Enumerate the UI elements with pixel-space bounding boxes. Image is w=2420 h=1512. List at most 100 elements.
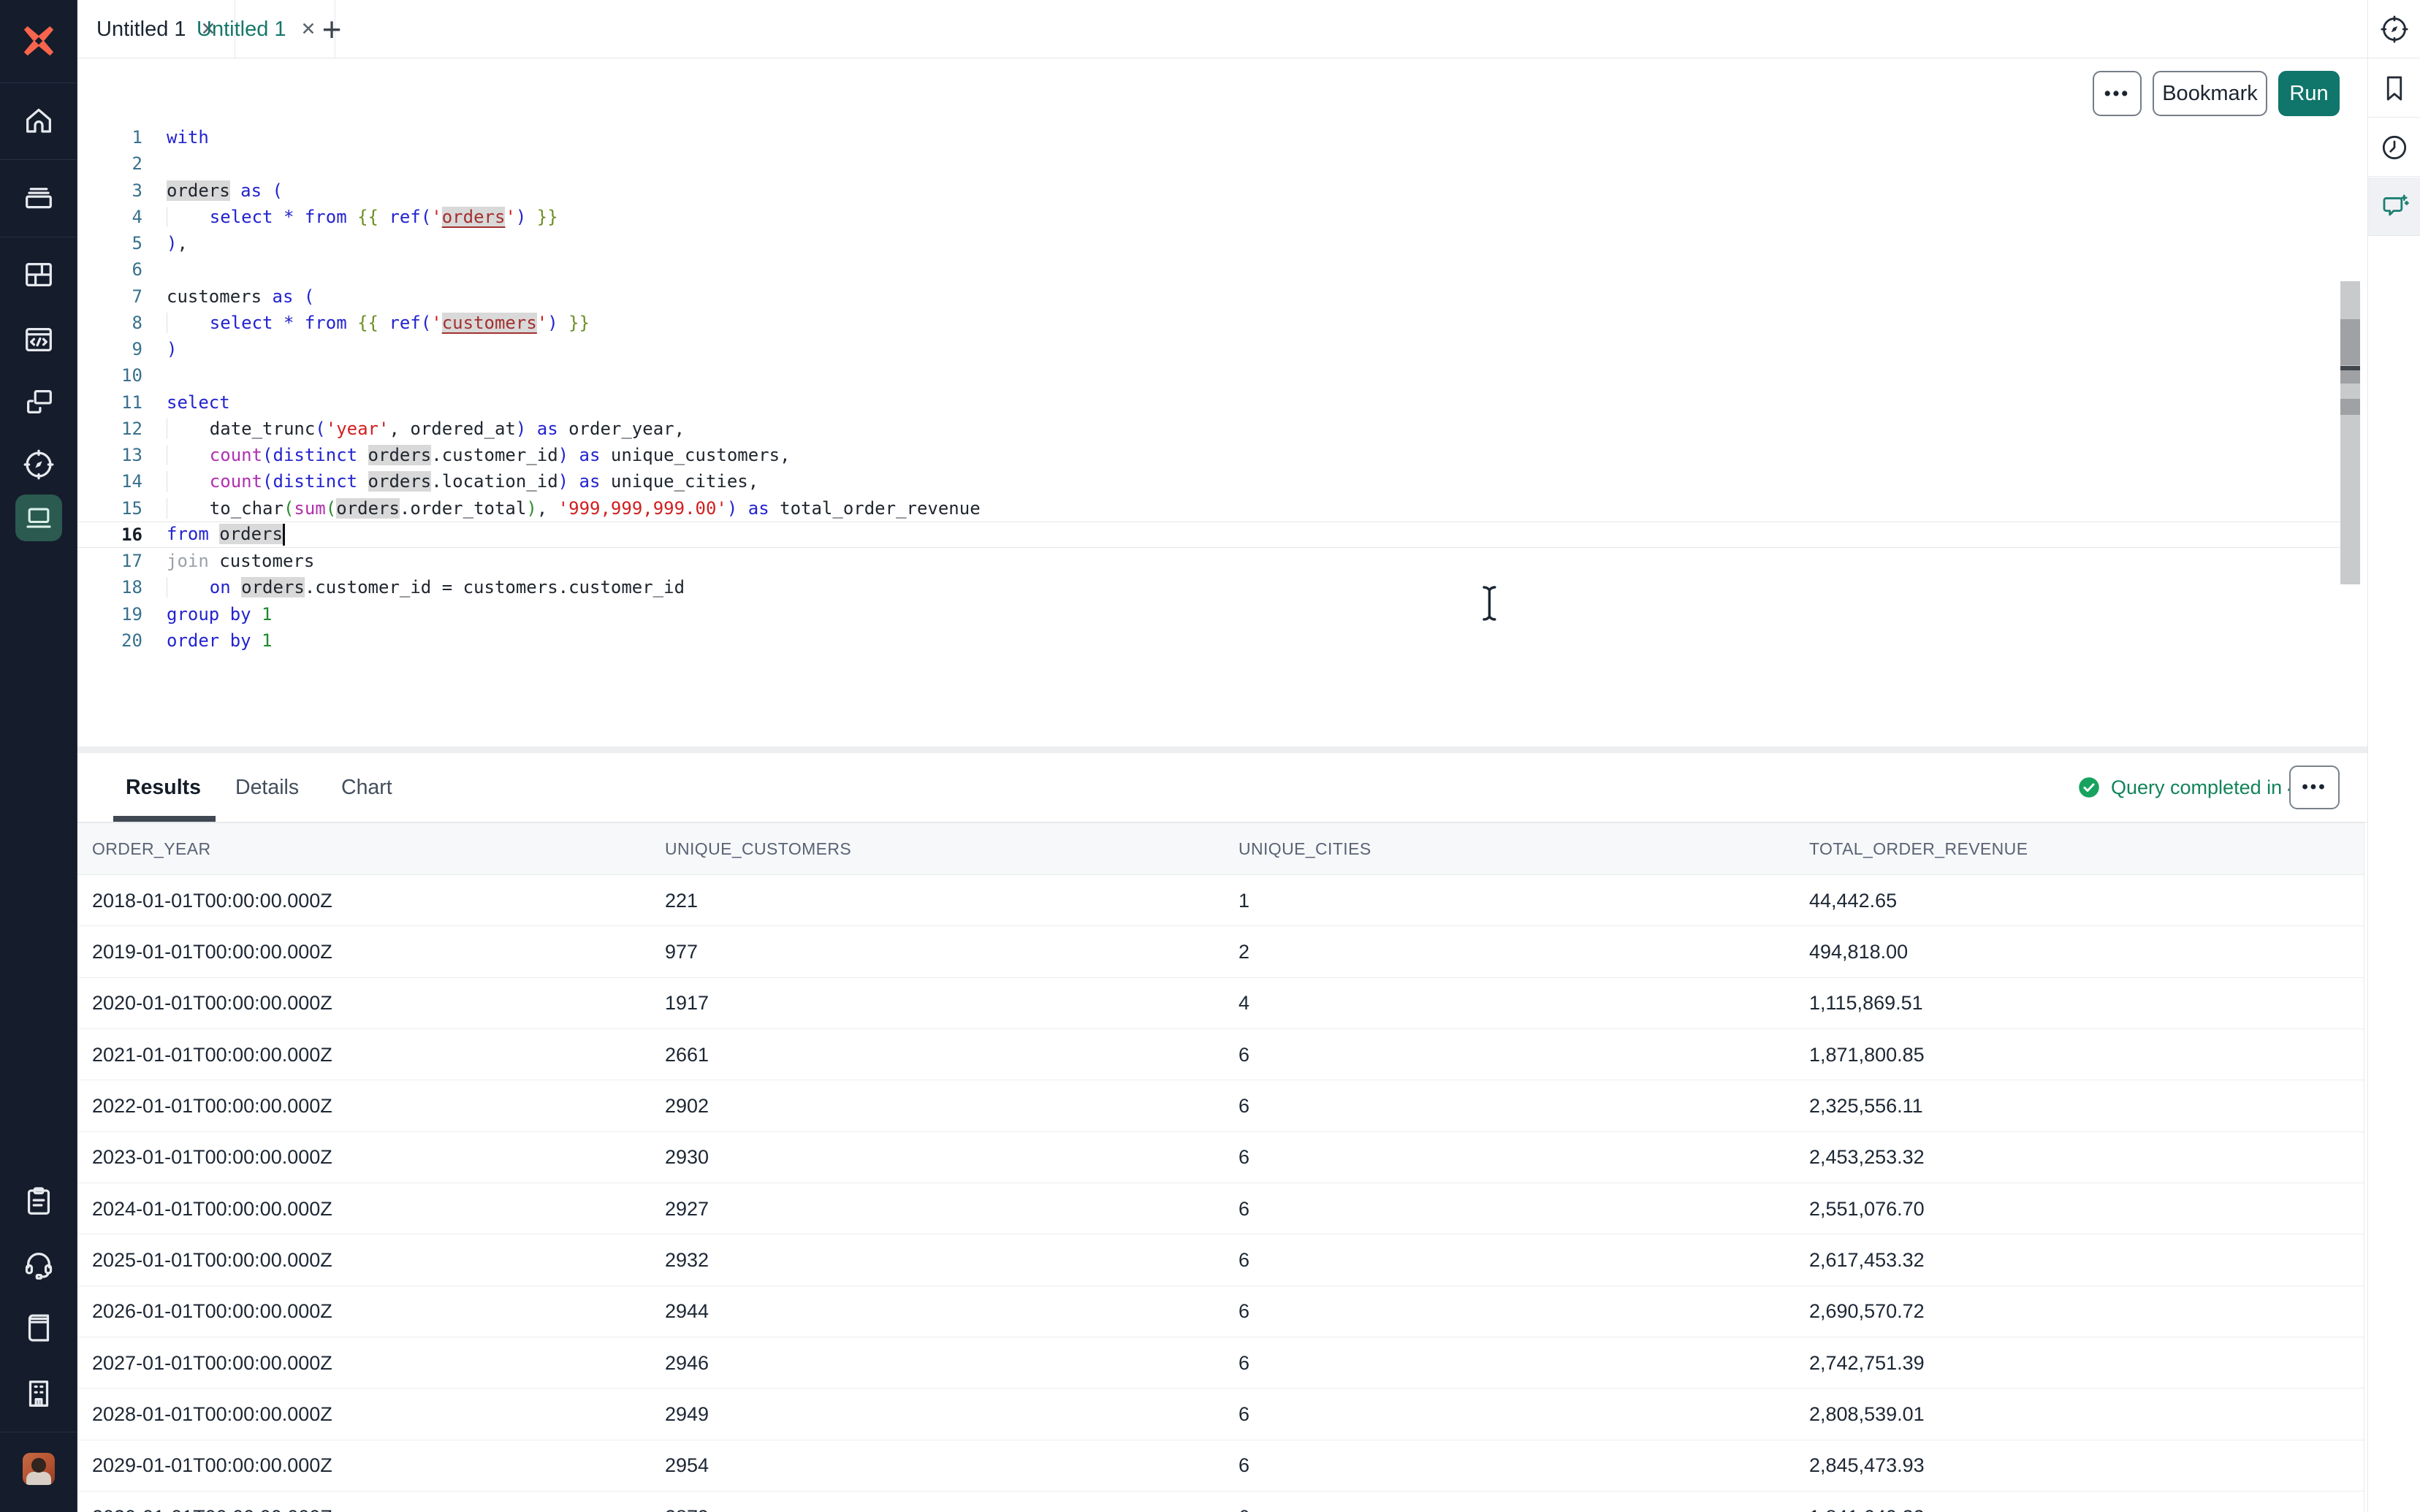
table-cell[interactable]: 1,841,049.32 [1809,1492,1925,1512]
code-line[interactable]: 14 count(distinct orders.location_id) as… [77,468,2341,495]
table-cell[interactable]: 2927 [665,1183,709,1234]
code-line[interactable]: 3orders as ( [77,177,2341,204]
table-cell[interactable]: 2,845,473.93 [1809,1440,1925,1492]
explore-compass-icon[interactable] [2368,0,2420,58]
table-cell[interactable]: 2954 [665,1440,709,1492]
code-line[interactable]: 11select [77,389,2341,416]
table-cell[interactable]: 44,442.65 [1809,875,1897,926]
table-cell[interactable]: 6 [1238,1029,1249,1080]
table-cell[interactable]: 2018-01-01T00:00:00.000Z [92,875,332,926]
column-header[interactable]: UNIQUE_CITIES [1238,823,1371,874]
code-line[interactable]: 19group by 1 [77,601,2341,627]
table-cell[interactable]: 2020-01-01T00:00:00.000Z [92,978,332,1029]
apps-grid-icon[interactable] [22,258,56,291]
table-cell[interactable]: 2879 [665,1492,709,1512]
table-cell[interactable]: 494,818.00 [1809,926,1908,977]
table-cell[interactable]: 2,453,253.32 [1809,1132,1925,1183]
code-line[interactable]: 1with [77,124,2341,150]
table-cell[interactable]: 2028-01-01T00:00:00.000Z [92,1389,332,1440]
code-line[interactable]: 20order by 1 [77,627,2341,654]
code-line[interactable]: 9) [77,336,2341,362]
table-cell[interactable]: 2930 [665,1132,709,1183]
bookmark-icon[interactable] [2368,59,2420,118]
support-headset-icon[interactable] [22,1248,56,1281]
table-cell[interactable]: 2027-01-01T00:00:00.000Z [92,1337,332,1389]
table-cell[interactable]: 2029-01-01T00:00:00.000Z [92,1440,332,1492]
history-clock-icon[interactable] [2368,118,2420,177]
table-cell[interactable]: 977 [665,926,698,977]
table-cell[interactable]: 2949 [665,1389,709,1440]
table-cell[interactable]: 2,742,751.39 [1809,1337,1925,1389]
table-cell[interactable]: 2932 [665,1234,709,1286]
table-cell[interactable]: 2025-01-01T00:00:00.000Z [92,1234,332,1286]
table-cell[interactable]: 6 [1238,1440,1249,1492]
data-drawer-icon[interactable] [22,181,56,215]
code-line[interactable]: 8 select * from {{ ref('customers') }} [77,310,2341,336]
column-header[interactable]: UNIQUE_CUSTOMERS [665,823,851,874]
table-cell[interactable]: 2 [1238,926,1249,977]
user-avatar[interactable] [23,1453,55,1485]
code-line[interactable]: 12 date_trunc('year', ordered_at) as ord… [77,416,2341,442]
table-cell[interactable]: 2,325,556.11 [1809,1080,1923,1131]
code-line[interactable]: 18 on orders.customer_id = customers.cus… [77,574,2341,600]
code-line[interactable]: 7customers as ( [77,283,2341,310]
table-cell[interactable]: 2946 [665,1337,709,1389]
table-cell[interactable]: 2,551,076.70 [1809,1183,1925,1234]
tab-untitled-2[interactable]: Untitled 1 ✕ [178,0,335,58]
magic-chat-icon[interactable] [2368,177,2420,236]
home-icon[interactable] [22,104,56,137]
column-header[interactable]: ORDER_YEAR [92,823,210,874]
table-cell[interactable]: 2661 [665,1029,709,1080]
table-cell[interactable]: 6 [1238,1183,1249,1234]
table-cell[interactable]: 1,115,869.51 [1809,978,1923,1029]
code-line[interactable]: 10 [77,362,2341,389]
organization-building-icon[interactable] [22,1377,56,1410]
docs-book-icon[interactable] [22,1311,56,1345]
results-more-button[interactable]: ••• [2289,765,2340,809]
run-button[interactable]: Run [2278,71,2340,116]
table-cell[interactable]: 1 [1238,875,1249,926]
table-cell[interactable]: 2026-01-01T00:00:00.000Z [92,1286,332,1337]
hex-logo-icon[interactable] [22,24,56,58]
code-line[interactable]: 16from orders [77,522,2341,548]
table-cell[interactable]: 2022-01-01T00:00:00.000Z [92,1080,332,1131]
table-cell[interactable]: 2,808,539.01 [1809,1389,1925,1440]
table-cell[interactable]: 2,690,570.72 [1809,1286,1925,1337]
results-tab-chart[interactable]: Chart [341,753,392,822]
table-cell[interactable]: 6 [1238,1492,1249,1512]
new-tab-button[interactable]: + [313,10,351,48]
table-cell[interactable]: 6 [1238,1286,1249,1337]
table-cell[interactable]: 2902 [665,1080,709,1131]
compass-icon[interactable] [22,448,56,481]
code-line[interactable]: 17join customers [77,548,2341,574]
code-line[interactable]: 13 count(distinct orders.customer_id) as… [77,442,2341,468]
table-cell[interactable]: 2023-01-01T00:00:00.000Z [92,1132,332,1183]
terminal-icon-active[interactable] [15,495,62,541]
sql-editor[interactable]: 1with23orders as (4 select * from {{ ref… [77,124,2341,654]
results-tab-details[interactable]: Details [235,753,299,822]
code-line[interactable]: 4 select * from {{ ref('orders') }} [77,204,2341,230]
table-cell[interactable]: 2944 [665,1286,709,1337]
results-tab-results[interactable]: Results [126,753,201,822]
editor-scrollbar[interactable] [2340,281,2360,584]
table-cell[interactable]: 6 [1238,1132,1249,1183]
code-line[interactable]: 2 [77,150,2341,177]
table-cell[interactable]: 1917 [665,978,709,1029]
more-options-button[interactable]: ••• [2093,71,2142,116]
table-cell[interactable]: 2021-01-01T00:00:00.000Z [92,1029,332,1080]
code-line[interactable]: 15 to_char(sum(orders.order_total), '999… [77,495,2341,522]
table-cell[interactable]: 6 [1238,1337,1249,1389]
table-cell[interactable]: 6 [1238,1234,1249,1286]
windows-overlap-icon[interactable] [22,385,56,419]
code-line[interactable]: 5), [77,230,2341,256]
table-cell[interactable]: 6 [1238,1389,1249,1440]
table-cell[interactable]: 1,871,800.85 [1809,1029,1925,1080]
table-cell[interactable]: 2,617,453.32 [1809,1234,1925,1286]
clipboard-icon[interactable] [22,1185,56,1218]
table-cell[interactable]: 2030-01-01T00:00:00.000Z [92,1492,332,1512]
table-cell[interactable]: 4 [1238,978,1249,1029]
table-cell[interactable]: 221 [665,875,698,926]
table-cell[interactable]: 2019-01-01T00:00:00.000Z [92,926,332,977]
code-window-icon[interactable] [22,323,56,356]
bookmark-button[interactable]: Bookmark [2153,71,2267,116]
